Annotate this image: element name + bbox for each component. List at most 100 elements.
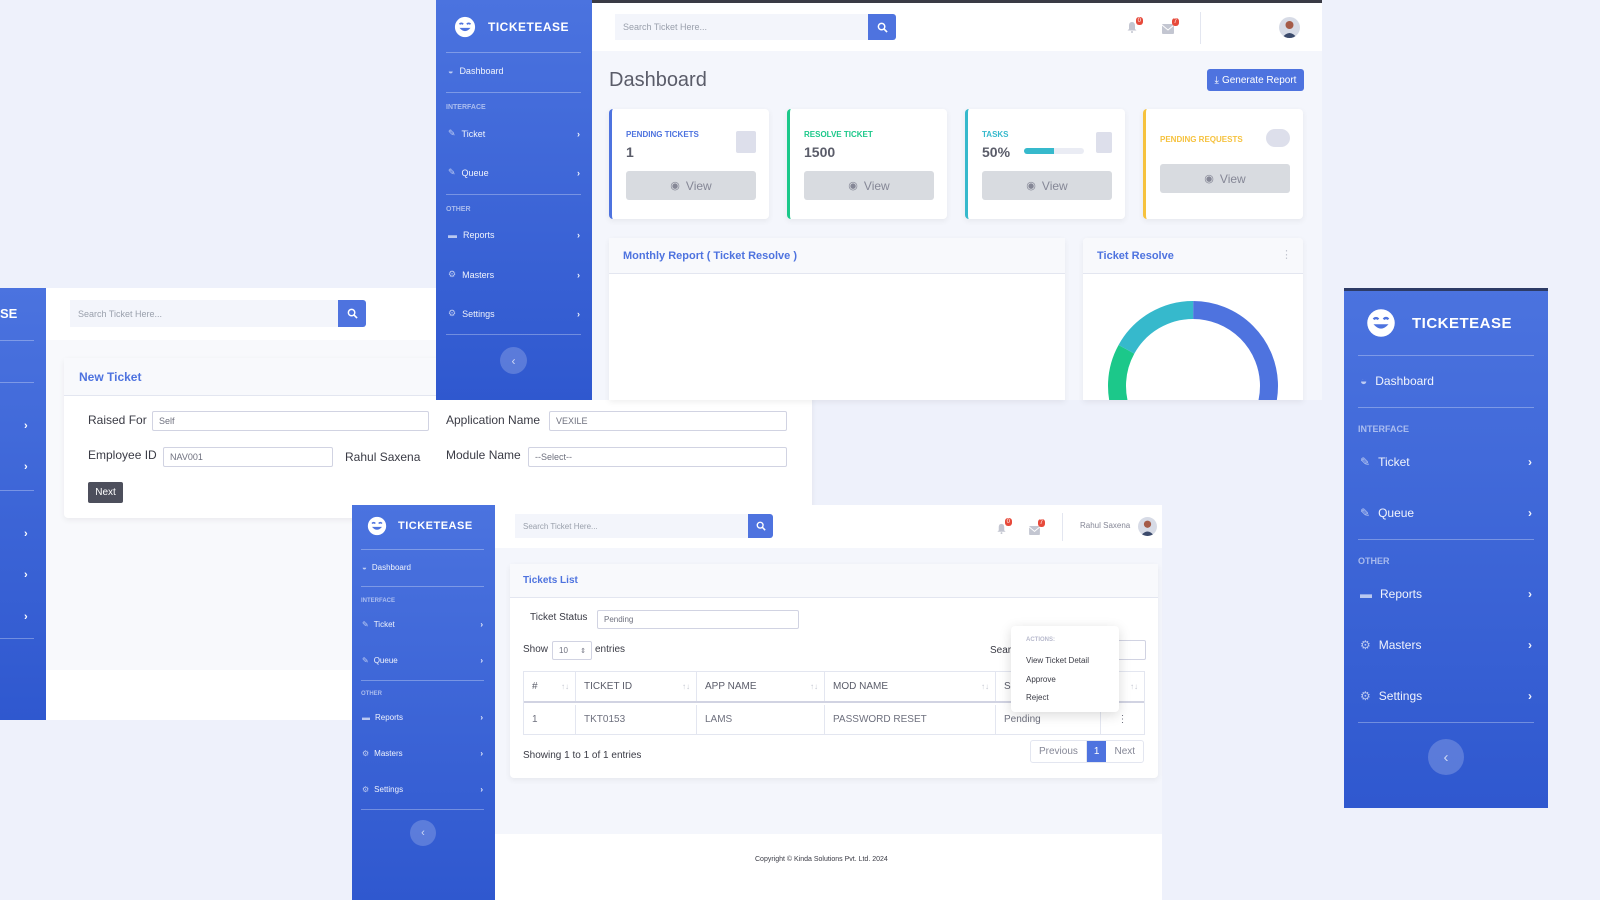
- stat-card-resolve-ticket: RESOLVE TICKET 1500 ◉ View: [787, 109, 947, 219]
- sidebar-item-ticket[interactable]: ✎ Ticket ›: [362, 620, 483, 629]
- generate-report-button[interactable]: ⤓ Generate Report: [1207, 69, 1304, 91]
- show-label: Show: [523, 644, 549, 655]
- tasks-progress-fill: [1024, 148, 1054, 154]
- avatar[interactable]: [1138, 517, 1157, 536]
- page-title: Dashboard: [609, 69, 707, 91]
- sidebar-divider: [1358, 722, 1534, 723]
- view-button[interactable]: ◉ View: [1160, 164, 1290, 193]
- pagination-next[interactable]: Next: [1106, 741, 1143, 762]
- monthly-report-title: Monthly Report ( Ticket Resolve ): [623, 250, 797, 262]
- search-button[interactable]: [868, 14, 896, 40]
- tachometer-icon: ◒: [448, 66, 454, 76]
- sidebar-item-dashboard[interactable]: ◒ Dashboard: [1360, 374, 1534, 388]
- search-button[interactable]: [748, 514, 773, 538]
- sidebar-toggle-button[interactable]: ‹: [410, 820, 436, 846]
- sidebar-item-reports[interactable]: ▬ Reports ›: [362, 713, 483, 722]
- envelope-icon: [1161, 24, 1175, 34]
- alerts-bell[interactable]: 0: [996, 518, 1012, 539]
- sidebar-divider: [361, 586, 484, 587]
- view-button[interactable]: ◉ View: [804, 171, 934, 200]
- laughing-face-logo-icon: [1367, 309, 1395, 337]
- wrench-icon: ✎: [1360, 506, 1371, 520]
- wrench-icon: ✎: [448, 167, 456, 177]
- sidebar-item-ticket[interactable]: ✎ Ticket ›: [1360, 455, 1532, 469]
- view-button[interactable]: ◉ View: [982, 171, 1112, 200]
- chevron-right-icon[interactable]: ›: [24, 611, 28, 623]
- sort-icon: ↑↓: [1130, 682, 1138, 691]
- pagination: Previous 1 Next: [1030, 740, 1145, 763]
- sidebar-item-masters[interactable]: ⚙ Masters ›: [1360, 638, 1532, 652]
- sidebar-toggle-button[interactable]: ‹: [1428, 739, 1464, 775]
- brand-name: TICKETEASE: [398, 520, 473, 532]
- sort-icon: ↑↓: [981, 682, 989, 691]
- search-button[interactable]: [338, 300, 366, 327]
- sidebar-item-dashboard[interactable]: ◒ Dashboard: [448, 66, 583, 76]
- search-input[interactable]: Search Ticket Here...: [615, 14, 868, 40]
- screen-dashboard: TICKETEASE ◒ Dashboard INTERFACE ✎ Ticket ›…: [436, 0, 1322, 400]
- sort-icon: ↑↓: [682, 682, 690, 691]
- chevron-right-icon[interactable]: ›: [24, 461, 28, 473]
- chevron-right-icon: ›: [577, 269, 580, 280]
- column-header-mod-name[interactable]: MOD NAME ↑↓: [825, 672, 996, 701]
- sidebar-item-queue[interactable]: ✎ Queue ›: [1360, 506, 1532, 520]
- sidebar-toggle-button[interactable]: ‹: [500, 347, 527, 374]
- sidebar-divider: [1358, 407, 1534, 408]
- top-accent-bar: [1344, 288, 1548, 291]
- module-name-select[interactable]: --Select--: [528, 447, 787, 467]
- ticket-resolve-title: Ticket Resolve: [1097, 250, 1174, 262]
- eye-icon: ◉: [1026, 180, 1036, 192]
- stat-card-pending-requests: PENDING REQUESTS ◉ View: [1143, 109, 1303, 219]
- sidebar-item-settings[interactable]: ⚙ Settings ›: [362, 785, 483, 794]
- sidebar-item-reports[interactable]: ▬ Reports ›: [1360, 587, 1532, 601]
- gear-icon: ⚙: [448, 269, 457, 279]
- user-name[interactable]: Rahul Saxena: [1080, 521, 1130, 530]
- sidebar-item-reports[interactable]: ▬ Reports ›: [448, 230, 580, 240]
- sidebar-item-ticket[interactable]: ✎ Ticket ›: [448, 128, 580, 139]
- entries-select[interactable]: 10 ⇕: [552, 641, 592, 660]
- chevron-right-icon[interactable]: ›: [24, 569, 28, 581]
- column-header-ticket-id[interactable]: TICKET ID ↑↓: [576, 672, 697, 701]
- alerts-bell[interactable]: 0: [1126, 17, 1143, 38]
- ticket-status-select[interactable]: Pending: [597, 610, 799, 629]
- search-input[interactable]: Search Ticket Here...: [70, 300, 338, 327]
- sidebar-item-queue[interactable]: ✎ Queue ›: [448, 167, 580, 178]
- chevron-right-icon[interactable]: ›: [24, 420, 28, 432]
- chevron-left-icon: ‹: [421, 827, 425, 839]
- clipboard-icon: [1096, 132, 1112, 153]
- view-button[interactable]: ◉ View: [626, 171, 756, 200]
- messages-envelope[interactable]: 7: [1028, 519, 1045, 540]
- screen-tickets-list: TICKETEASE ◒ Dashboard INTERFACE ✎ Ticket ›…: [352, 505, 1162, 900]
- search-input[interactable]: Search Ticket Here...: [515, 514, 748, 538]
- column-header-number[interactable]: # ↑↓: [524, 672, 576, 701]
- sidebar-item-settings[interactable]: ⚙ Settings ›: [1360, 689, 1532, 703]
- stat-value: 1: [626, 144, 634, 160]
- column-header-app-name[interactable]: APP NAME ↑↓: [697, 672, 825, 701]
- avatar[interactable]: [1279, 17, 1300, 38]
- footer: [495, 834, 1162, 900]
- sidebar-item-queue[interactable]: ✎ Queue ›: [362, 656, 483, 665]
- dashboard-sidebar: TICKETEASE ◒ Dashboard INTERFACE ✎ Ticket ›…: [436, 0, 592, 400]
- action-view-ticket-detail[interactable]: View Ticket Detail: [1026, 656, 1089, 665]
- sidebar-item-masters[interactable]: ⚙ Masters ›: [362, 749, 483, 758]
- application-name-field[interactable]: VEXILE: [549, 411, 787, 431]
- pagination-page-1[interactable]: 1: [1086, 741, 1107, 762]
- kebab-menu-icon[interactable]: ⋮: [1281, 248, 1292, 261]
- messages-envelope[interactable]: 7: [1161, 18, 1179, 39]
- action-reject[interactable]: Reject: [1026, 693, 1049, 702]
- action-approve[interactable]: Approve: [1026, 675, 1056, 684]
- new-ticket-title: New Ticket: [79, 370, 142, 384]
- ticket-status-label: Ticket Status: [530, 612, 588, 623]
- chevron-right-icon: ›: [577, 167, 580, 178]
- raised-for-field[interactable]: Self: [152, 411, 429, 431]
- sidebar-item-dashboard[interactable]: ◒ Dashboard: [362, 563, 486, 572]
- sidebar-item-masters[interactable]: ⚙ Masters ›: [448, 269, 580, 280]
- employee-id-field[interactable]: NAV001: [163, 447, 333, 467]
- sidebar-item-settings[interactable]: ⚙ Settings ›: [448, 308, 580, 319]
- next-button[interactable]: Next: [88, 482, 123, 503]
- brand: TICKETEASE: [454, 16, 569, 38]
- chevron-right-icon: ›: [480, 785, 483, 794]
- sidebar-heading-other: OTHER: [446, 206, 471, 213]
- pagination-previous[interactable]: Previous: [1031, 741, 1087, 762]
- employee-id-label: Employee ID: [88, 448, 157, 462]
- chevron-right-icon[interactable]: ›: [24, 528, 28, 540]
